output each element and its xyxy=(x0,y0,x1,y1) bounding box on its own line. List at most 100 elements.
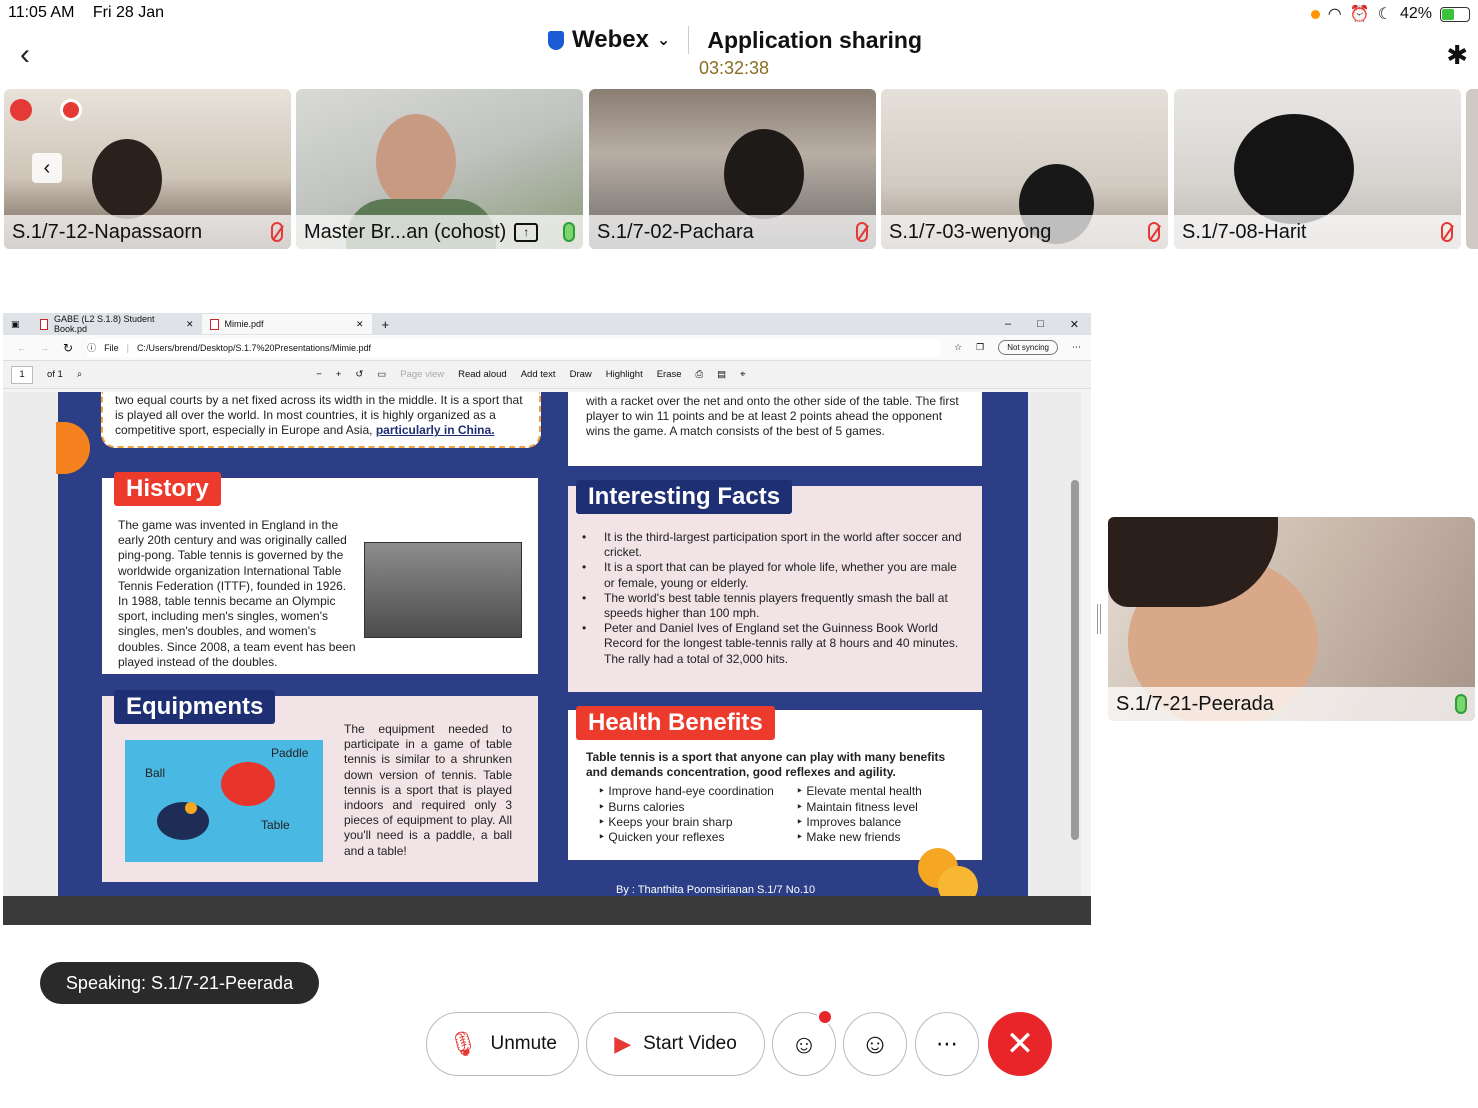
status-time: 11:05 AM xyxy=(8,4,75,21)
health-title: Health Benefits xyxy=(576,706,775,740)
read-aloud-button[interactable]: Read aloud xyxy=(458,369,507,380)
mic-on-icon xyxy=(1455,694,1467,714)
search-icon[interactable]: ⌕ xyxy=(77,369,82,380)
add-text-button[interactable]: Add text xyxy=(521,369,556,380)
health-item: ‣ Improve hand-eye coordination xyxy=(598,784,774,799)
page-count: of 1 xyxy=(47,369,63,380)
health-item: ‣ Improves balance xyxy=(796,814,902,829)
ball-decoration xyxy=(56,422,90,474)
start-video-button[interactable]: ▶︎ Start Video xyxy=(586,1012,765,1076)
self-view-tile[interactable]: S.1/7-21-Peerada xyxy=(1108,517,1475,721)
chevron-down-icon: ⌄ xyxy=(656,32,671,49)
browser-tab-bar: ▣ GABE (L2 S.1.8) Student Book.pd ✕ Mimi… xyxy=(3,313,1091,335)
tab-title: GABE (L2 S.1.8) Student Book.pd xyxy=(54,314,155,334)
participant-name: S.1/7-02-Pachara xyxy=(597,220,754,243)
equipment-title: Equipments xyxy=(114,690,276,724)
participant-name-bar: S.1/7-21-Peerada xyxy=(1108,687,1475,721)
status-bar: 11:05 AM Fri 28 Jan xyxy=(8,4,178,22)
health-item: ‣ Elevate mental health xyxy=(796,784,922,799)
leave-meeting-button[interactable]: ✕ xyxy=(988,1012,1052,1076)
mic-muted-icon xyxy=(1148,222,1160,242)
close-icon[interactable]: ✕ xyxy=(356,319,364,330)
scrollbar[interactable] xyxy=(1071,480,1079,840)
moon-icon: ☾ xyxy=(1377,6,1392,23)
highlight-button[interactable]: Highlight xyxy=(606,369,643,380)
more-icon: ⋯ xyxy=(936,1031,958,1056)
equipment-illustration: Paddle Ball Table xyxy=(125,740,323,862)
erase-button[interactable]: Erase xyxy=(657,369,682,380)
mic-muted-icon: 🎙︎ xyxy=(448,1030,479,1058)
participants-button[interactable]: ☺ xyxy=(772,1009,836,1076)
participant-tile[interactable]: Master Br...an (cohost) ↑ xyxy=(296,89,583,249)
history-panel: The game was invented in England in the … xyxy=(102,478,538,674)
more-options-button[interactable]: ⋯ xyxy=(915,1012,979,1076)
pdf-icon xyxy=(209,318,219,330)
collections-icon[interactable]: ❐ xyxy=(976,342,984,353)
minimize-button[interactable]: – xyxy=(1005,318,1011,331)
rotate-icon[interactable]: ↺ xyxy=(355,369,363,380)
webex-menu-button[interactable]: Webex ⌄ xyxy=(548,26,670,54)
participant-name: S.1/7-08-Harit xyxy=(1182,220,1307,243)
health-item: ‣ Maintain fitness level xyxy=(796,799,918,814)
bluetooth-icon[interactable]: ✱ xyxy=(1446,40,1468,71)
strip-prev-button[interactable]: ‹ xyxy=(32,153,62,183)
print-icon[interactable]: ⎙ xyxy=(696,369,704,380)
fit-page-icon[interactable]: ▭ xyxy=(377,369,386,380)
new-tab-button[interactable]: + xyxy=(382,317,390,332)
video-off-icon: ▶︎ xyxy=(614,1031,632,1056)
draw-button[interactable]: Draw xyxy=(570,369,592,380)
page-view-button[interactable]: Page view xyxy=(400,369,444,380)
person-silhouette xyxy=(92,139,162,219)
restore-button[interactable]: □ xyxy=(1037,318,1044,331)
shared-screen[interactable]: ▣ GABE (L2 S.1.8) Student Book.pd ✕ Mimi… xyxy=(3,313,1091,925)
save-icon[interactable]: ▤ xyxy=(717,369,726,380)
info-icon: ⓘ xyxy=(87,343,97,353)
tab-actions-icon[interactable]: ▣ xyxy=(11,319,20,330)
pdf-toolbar: 1 of 1 ⌕ − + ↺ ▭ Page view Read aloud Ad… xyxy=(3,361,1091,389)
reactions-button[interactable]: ☺ xyxy=(843,1012,907,1076)
refresh-icon[interactable]: ↻ xyxy=(63,341,73,355)
participant-tile-partial[interactable] xyxy=(1466,89,1478,249)
close-icon: ✕ xyxy=(1005,1025,1035,1063)
paddle-shape xyxy=(221,762,275,806)
shield-icon xyxy=(548,30,564,50)
participant-name: Master Br...an (cohost) xyxy=(304,220,507,243)
page-number-input[interactable]: 1 xyxy=(11,365,33,384)
pdf-viewport[interactable]: two equal courts by a net fixed across i… xyxy=(3,392,1081,896)
url-text: C:/Users/brend/Desktop/S.1.7%20Presentat… xyxy=(136,342,372,353)
pin-icon[interactable]: ⌖ xyxy=(740,369,745,380)
zoom-in-button[interactable]: + xyxy=(336,369,342,380)
participant-tile[interactable]: S.1/7-03-wenyong xyxy=(881,89,1168,249)
fact-item: • It is the third-largest participation s… xyxy=(582,530,962,560)
battery-percent: 42% xyxy=(1399,5,1432,22)
participant-name-bar: Master Br...an (cohost) ↑ xyxy=(296,215,583,249)
resize-handle[interactable] xyxy=(1097,604,1101,634)
participant-tile[interactable]: S.1/7-02-Pachara xyxy=(589,89,876,249)
window-close-button[interactable]: ✕ xyxy=(1070,318,1079,331)
byline: By : Thanthita Poomsirianan S.1/7 No.10 xyxy=(616,884,816,896)
participant-tile[interactable]: ‹ S.1/7-12-Napassaorn xyxy=(4,89,291,249)
intro-left-link: particularly in China. xyxy=(375,423,495,438)
back-arrow-icon[interactable]: ← xyxy=(17,343,26,353)
taskbar xyxy=(3,896,1091,925)
mic-on-icon xyxy=(563,222,575,242)
participants-icon: ☺ xyxy=(790,1028,818,1059)
more-icon[interactable]: ⋯ xyxy=(1072,342,1081,353)
forward-arrow-icon[interactable]: → xyxy=(40,343,49,353)
health-item: ‣ Keeps your brain sharp xyxy=(598,814,733,829)
close-icon[interactable]: ✕ xyxy=(186,319,194,330)
participant-name-bar: S.1/7-12-Napassaorn xyxy=(4,215,291,249)
profile-sync-button[interactable]: Not syncing xyxy=(998,340,1058,355)
emoji-icon: ☺ xyxy=(860,1028,890,1059)
back-button[interactable]: ‹ xyxy=(20,38,30,72)
browser-tab[interactable]: GABE (L2 S.1.8) Student Book.pd ✕ xyxy=(32,314,202,334)
unmute-button[interactable]: 🎙︎ Unmute xyxy=(426,1012,579,1076)
notification-dot xyxy=(817,1009,833,1025)
zoom-out-button[interactable]: − xyxy=(316,369,322,380)
url-field[interactable]: ⓘ File | C:/Users/brend/Desktop/S.1.7%20… xyxy=(87,338,941,357)
participant-tile[interactable]: S.1/7-08-Harit xyxy=(1174,89,1461,249)
address-bar: ← → ↻ ⓘ File | C:/Users/brend/Desktop/S.… xyxy=(3,335,1091,361)
browser-tab-active[interactable]: Mimie.pdf ✕ xyxy=(201,314,372,334)
favorite-icon[interactable]: ☆ xyxy=(954,342,962,353)
meeting-timer: 03:32:38 xyxy=(699,58,770,78)
